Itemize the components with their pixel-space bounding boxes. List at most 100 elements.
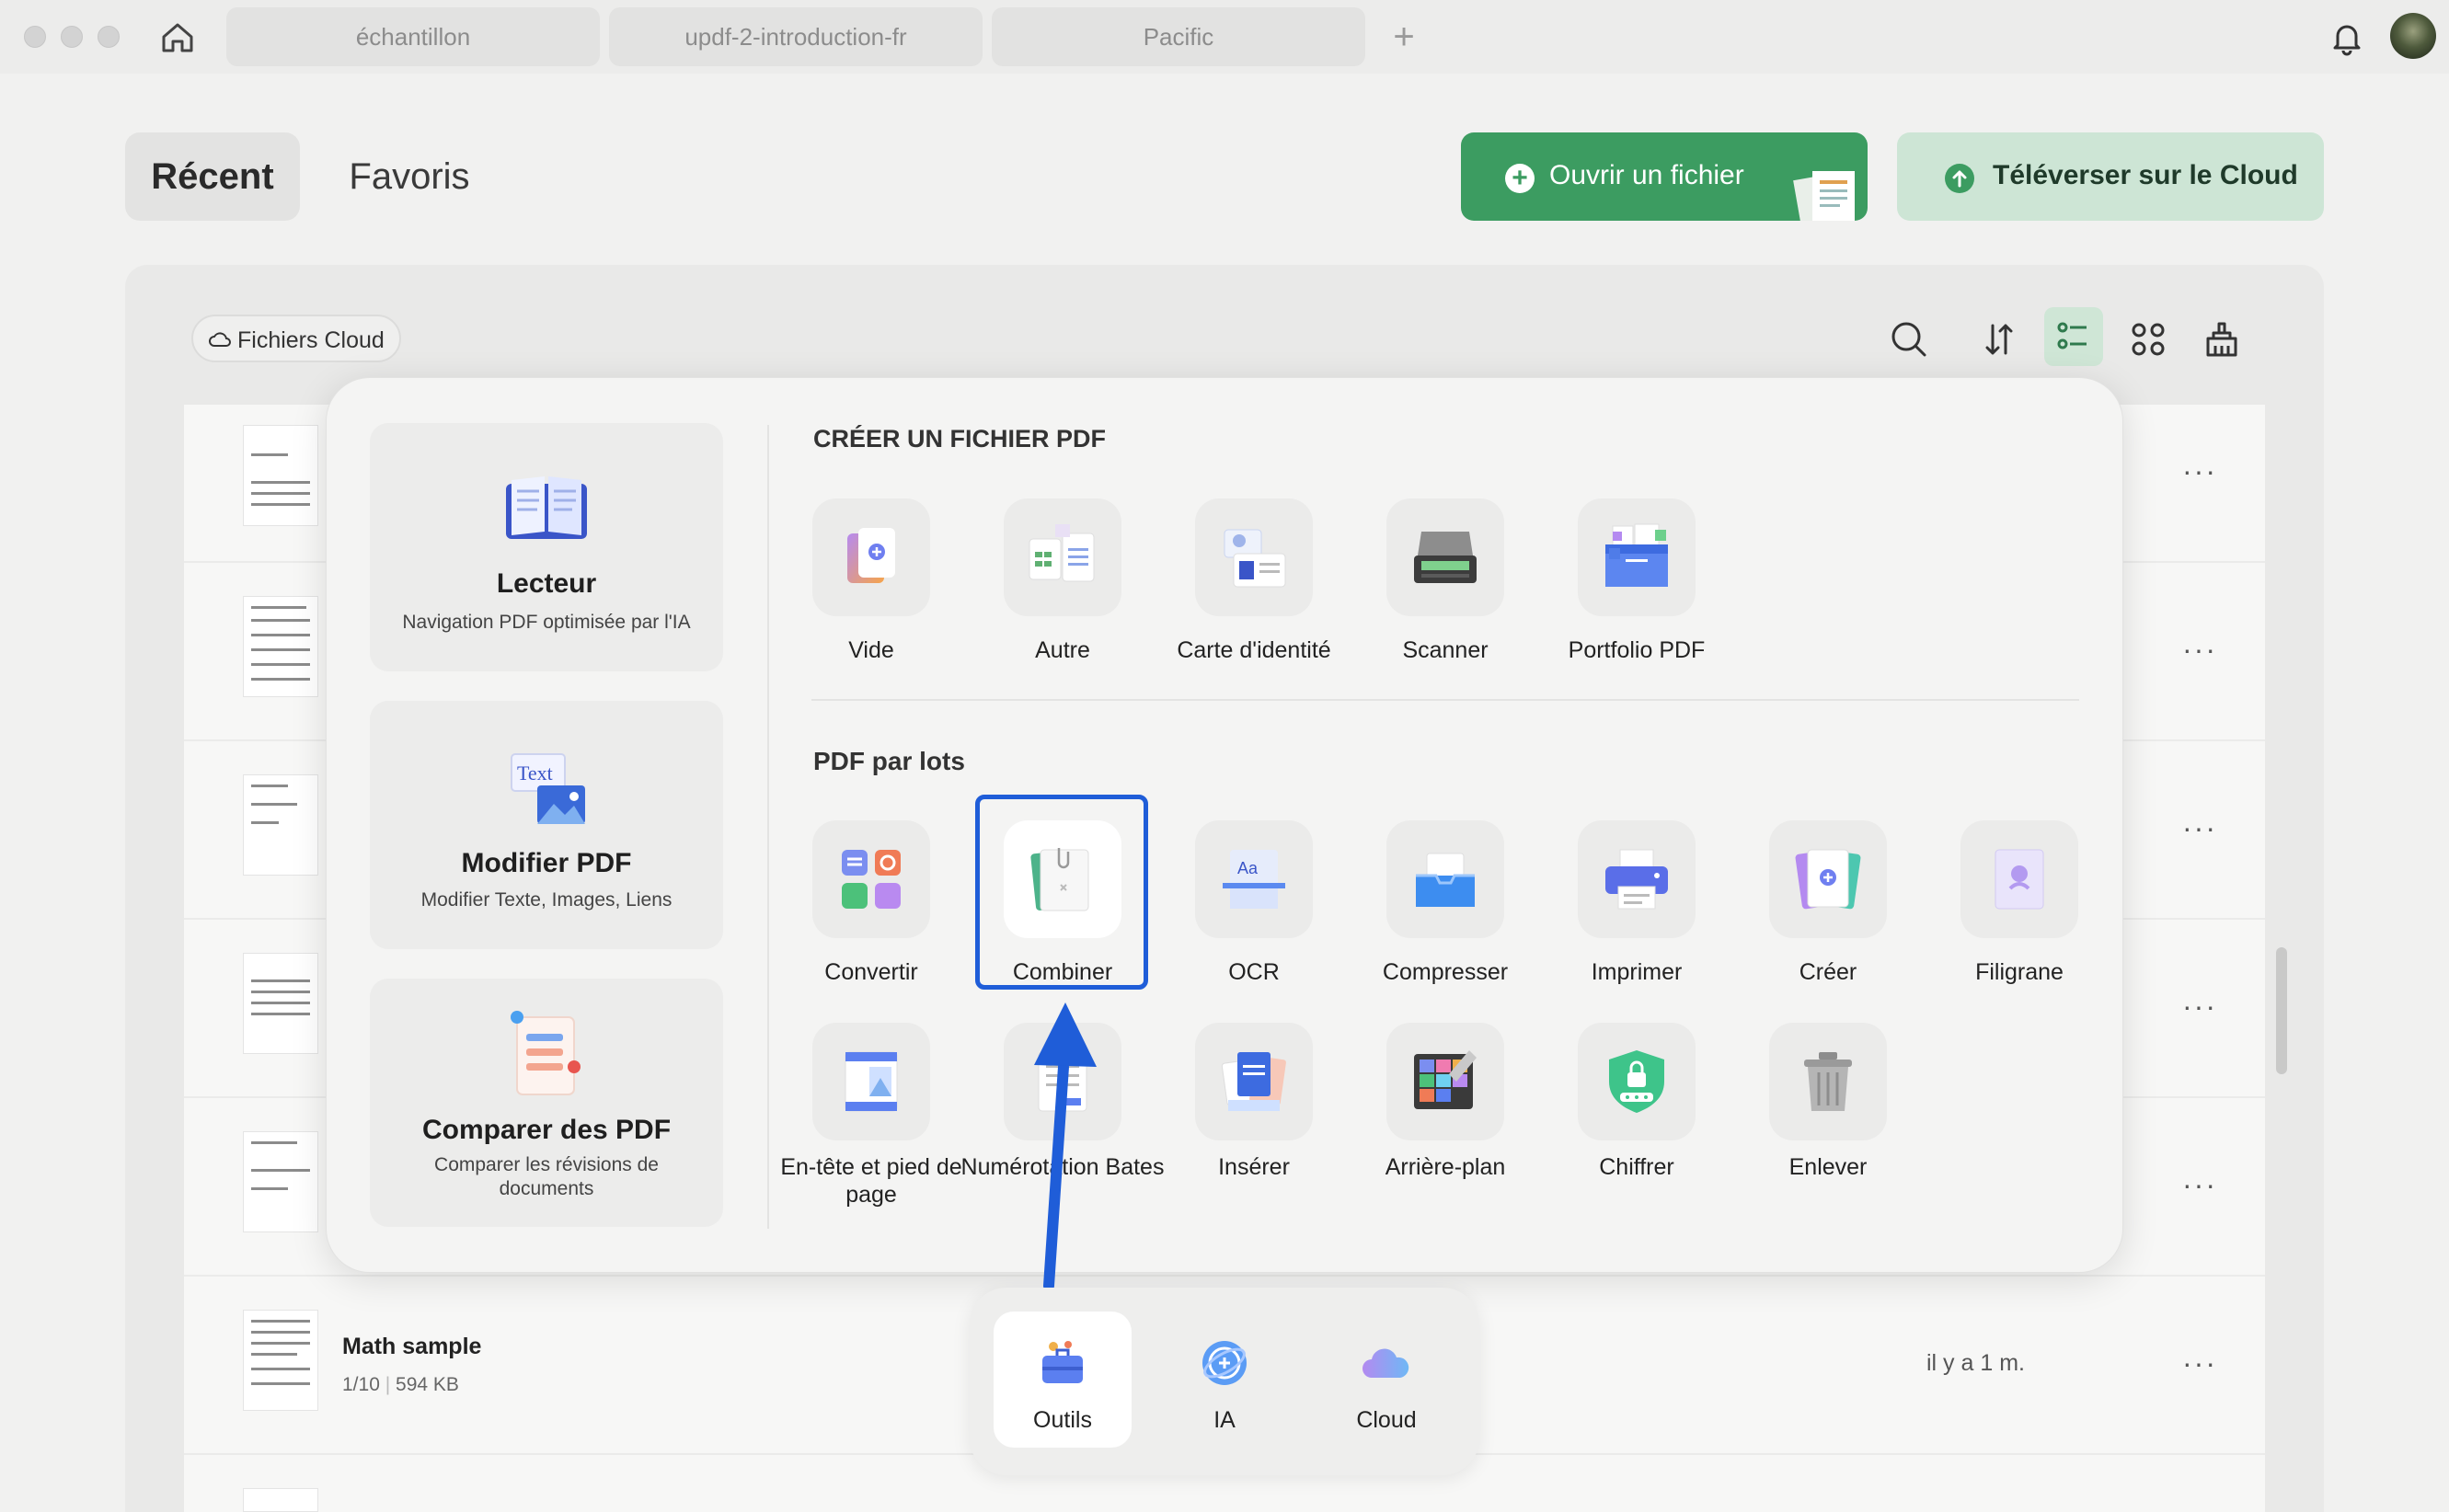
shield-lock-icon (1578, 1023, 1696, 1140)
home-icon[interactable] (156, 17, 199, 59)
tool-id-card-label: Carte d'identité (1177, 637, 1331, 663)
dock-ai[interactable]: IA (1156, 1312, 1293, 1448)
window-close-button[interactable] (24, 26, 46, 48)
cloud-files-chip[interactable]: Fichiers Cloud (191, 315, 401, 362)
dock-tools[interactable]: Outils (994, 1312, 1132, 1448)
tool-compress-label: Compresser (1382, 959, 1509, 985)
upload-cloud-label: Téléverser sur le Cloud (1993, 160, 2298, 190)
more-options-button[interactable]: ··· (2182, 633, 2217, 667)
book-icon (506, 476, 587, 539)
blank-pdf-icon (812, 498, 930, 616)
ai-icon (1202, 1341, 1247, 1385)
trash-icon (1769, 1023, 1887, 1140)
cloud-icon (209, 332, 231, 347)
background-icon (1386, 1023, 1504, 1140)
sort-icon[interactable] (1976, 316, 2022, 362)
row-divider (184, 1275, 2265, 1277)
printer-icon (1578, 820, 1696, 938)
more-options-button[interactable]: ··· (2182, 990, 2217, 1024)
file-meta: 1/10 | 594 KB (342, 1374, 459, 1395)
tab-echantillon[interactable]: échantillon (226, 7, 600, 66)
compress-icon (1386, 820, 1504, 938)
convert-icon (812, 820, 930, 938)
tool-remove-label: Enlever (1788, 1154, 1868, 1180)
tab-pacific[interactable]: Pacific (992, 7, 1365, 66)
compare-pdf-card[interactable]: Comparer des PDF Comparer les révisions … (370, 979, 723, 1227)
file-thumbnail[interactable] (243, 774, 318, 876)
tool-insert-label: Insérer (1218, 1154, 1290, 1180)
other-formats-icon (1004, 498, 1121, 616)
plus-circle-icon: + (1505, 164, 1535, 193)
edit-pdf-card[interactable]: Text Modifier PDF Modifier Texte, Images… (370, 701, 723, 949)
tool-convert-label: Convertir (824, 959, 918, 985)
create-section-title: CRÉER UN FICHIER PDF (813, 425, 1107, 452)
file-thumbnail[interactable] (243, 1488, 318, 1512)
list-view-button[interactable] (2044, 307, 2103, 366)
compare-icon (511, 1011, 581, 1095)
reader-card[interactable]: Lecteur Navigation PDF optimisée par l'I… (370, 423, 723, 671)
tool-portfolio-label: Portfolio PDF (1568, 637, 1706, 663)
tab-label: Pacific (1143, 22, 1214, 51)
tool-background-label: Arrière-plan (1385, 1154, 1506, 1180)
bell-icon[interactable] (2326, 17, 2368, 59)
compare-pdf-card-subtitle: Comparer les révisions de documents (434, 1154, 659, 1199)
svg-text:Text: Text (517, 762, 553, 785)
upload-cloud-button[interactable]: Téléverser sur le Cloud (1897, 132, 2324, 221)
create-pdf-icon (1769, 820, 1887, 938)
scrollbar-thumb[interactable] (2276, 947, 2287, 1074)
annotation-arrow (1034, 1002, 1097, 1288)
tool-encrypt-label: Chiffrer (1599, 1154, 1674, 1180)
more-options-button[interactable]: ··· (2182, 1168, 2217, 1202)
tab-recent[interactable]: Récent (125, 132, 300, 221)
header-footer-icon (812, 1023, 930, 1140)
more-options-button[interactable]: ··· (2182, 454, 2217, 488)
dock-cloud-label: Cloud (1356, 1407, 1417, 1433)
cloud-files-label: Fichiers Cloud (237, 327, 385, 353)
portfolio-icon (1578, 498, 1696, 616)
tab-updf-introduction[interactable]: updf-2-introduction-fr (609, 7, 983, 66)
reader-card-title: Lecteur (496, 568, 597, 599)
section-divider (811, 699, 2079, 701)
batch-section-title: PDF par lots (813, 747, 965, 775)
more-options-button[interactable]: ··· (2182, 811, 2217, 845)
window-minimize-button[interactable] (61, 26, 83, 48)
file-modified-time: il y a 1 m. (1926, 1350, 2025, 1376)
insert-icon (1195, 1023, 1313, 1140)
edit-pdf-card-title: Modifier PDF (461, 848, 632, 878)
tab-recent-label: Récent (151, 155, 274, 197)
file-pages: 1/10 (342, 1374, 380, 1395)
more-options-button[interactable]: ··· (2182, 1346, 2217, 1380)
file-thumbnail[interactable] (243, 425, 318, 526)
new-tab-plus-icon[interactable]: + (1384, 17, 1424, 57)
tab-favorites[interactable]: Favoris (331, 132, 488, 221)
tab-favorites-label: Favoris (349, 155, 470, 197)
list-view-icon (2057, 322, 2087, 349)
tool-header-footer-label: En-tête et pied de page (780, 1154, 962, 1208)
tool-other-label: Autre (1035, 637, 1090, 663)
dock-tools-label: Outils (1033, 1407, 1092, 1433)
upload-arrow-icon (1945, 164, 1974, 193)
open-file-button[interactable]: + Ouvrir un fichier (1461, 132, 1868, 221)
tool-scanner-label: Scanner (1402, 637, 1489, 663)
file-name[interactable]: Math sample (342, 1334, 481, 1360)
file-thumbnail[interactable] (243, 596, 318, 697)
clean-brush-icon[interactable] (2199, 316, 2245, 362)
avatar[interactable] (2390, 13, 2436, 59)
file-thumbnail[interactable] (243, 1131, 318, 1232)
search-icon[interactable] (1886, 316, 1932, 362)
file-thumbnail[interactable] (243, 953, 318, 1054)
open-file-label: Ouvrir un fichier (1549, 160, 1744, 190)
file-size: 594 KB (396, 1374, 459, 1395)
file-thumbnail-math-sample[interactable] (243, 1310, 318, 1411)
svg-text:Aa: Aa (1237, 859, 1259, 877)
id-card-icon (1195, 498, 1313, 616)
watermark-icon (1960, 820, 2078, 938)
dock-ai-label: IA (1213, 1407, 1236, 1433)
vertical-divider (767, 425, 769, 1229)
tool-print-label: Imprimer (1591, 959, 1683, 985)
ocr-icon: Aa (1195, 820, 1313, 938)
grid-view-icon[interactable] (2125, 316, 2171, 362)
tab-label: updf-2-introduction-fr (684, 22, 907, 51)
dock-cloud[interactable]: Cloud (1317, 1312, 1455, 1448)
window-zoom-button[interactable] (98, 26, 120, 48)
